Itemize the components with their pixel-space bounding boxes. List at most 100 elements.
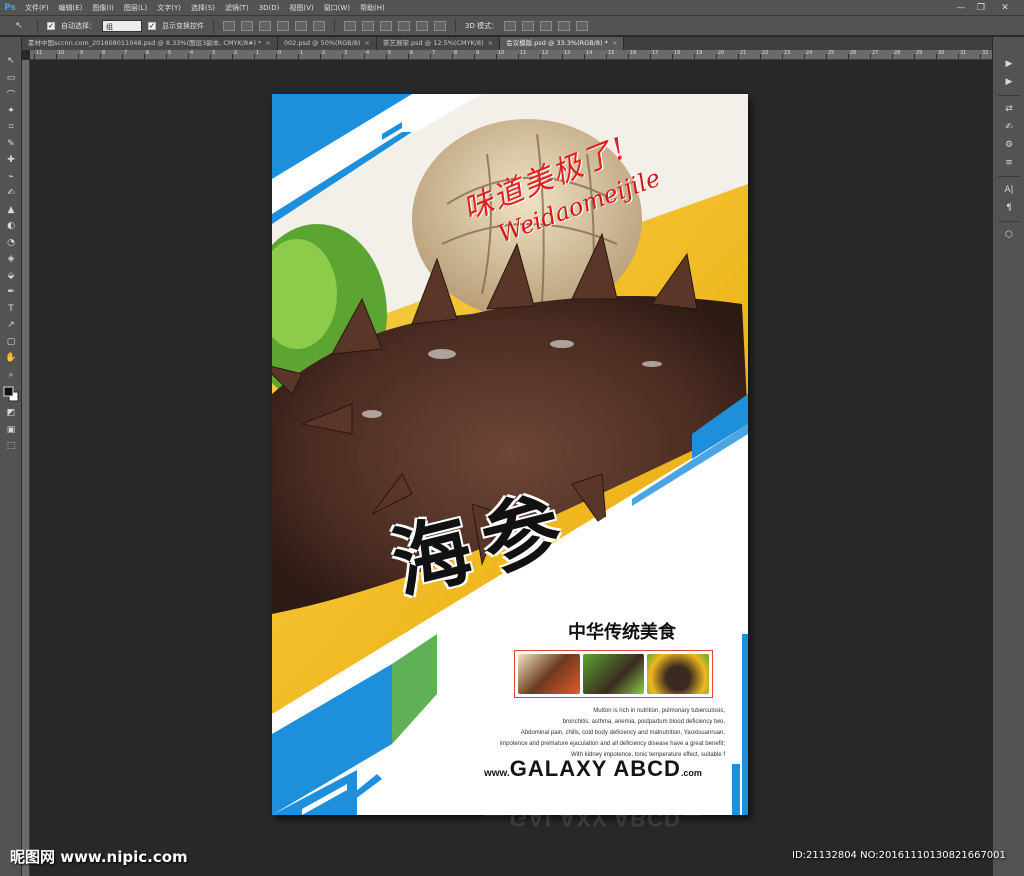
menu-view[interactable]: 视图(V): [284, 3, 318, 13]
clone-stamp-tool-icon[interactable]: ✍: [0, 185, 22, 202]
zoom-tool-icon[interactable]: ⌕: [0, 367, 22, 384]
tab-close-icon[interactable]: ×: [488, 37, 493, 50]
menu-file[interactable]: 文件(F): [20, 3, 54, 13]
ruler-tick: [848, 54, 849, 59]
ruler-tick: [958, 54, 959, 59]
close-button[interactable]: ✕: [996, 0, 1014, 16]
ruler-tick: [122, 54, 123, 59]
brush-panel-icon[interactable]: ✍: [993, 118, 1024, 136]
hand-tool-icon[interactable]: ✋: [0, 350, 22, 367]
artboard-icon[interactable]: ⬚: [0, 438, 22, 455]
vertical-ruler[interactable]: [22, 60, 30, 876]
play-icon[interactable]: ▶: [993, 73, 1024, 91]
blur-tool-icon[interactable]: ◈: [0, 251, 22, 268]
shape-tool-icon[interactable]: ▢: [0, 334, 22, 351]
align-left-icon[interactable]: [277, 20, 289, 31]
align-right-icon[interactable]: [313, 20, 325, 31]
tab-document-4[interactable]: 会议模版.psd @ 33.3%(RGB/8) * ×: [500, 37, 625, 50]
marquee-tool-icon[interactable]: ▭: [0, 70, 22, 87]
ruler-label: 2: [322, 50, 326, 56]
distribute-bottom-icon[interactable]: [380, 20, 392, 31]
play-icon[interactable]: ▶: [993, 55, 1024, 73]
align-top-icon[interactable]: [223, 20, 235, 31]
quick-select-tool-icon[interactable]: ✦: [0, 103, 22, 120]
dish-thumb-1: [518, 654, 580, 694]
adjustments-panel-icon[interactable]: ≡: [993, 154, 1024, 172]
crop-tool-icon[interactable]: ⌗: [0, 119, 22, 136]
align-vcenter-icon[interactable]: [241, 20, 253, 31]
description-line: bronchitis, asthma, anemia, postpartum b…: [562, 719, 725, 725]
separator: [334, 18, 335, 33]
type-tool-icon[interactable]: T: [0, 301, 22, 318]
align-hcenter-icon[interactable]: [295, 20, 307, 31]
pen-tool-icon[interactable]: ✒: [0, 284, 22, 301]
distribute-left-icon[interactable]: [398, 20, 410, 31]
ruler-tick: [980, 54, 981, 59]
menu-select[interactable]: 选择(S): [186, 3, 220, 13]
ruler-tick: [232, 54, 233, 59]
ruler-label: 23: [784, 50, 791, 56]
history-brush-tool-icon[interactable]: ▲: [0, 202, 22, 219]
ruler-tick: [188, 54, 189, 59]
horizontal-ruler[interactable]: 11 10 9 8 7 6 5 4 3 2 1 0 1 2 3 4 5 6 7 8 9 10 11 12 13 14 15 16 17 1…: [30, 50, 992, 60]
tab-close-icon[interactable]: ×: [612, 37, 617, 50]
menu-image[interactable]: 图像(I): [87, 3, 119, 13]
lasso-tool-icon[interactable]: ⌒: [0, 86, 22, 103]
separator: [997, 221, 1020, 222]
poster-artboard[interactable]: 味道美极了! Weidaomeijile 海参 中华传统美食 Mutton is…: [272, 94, 748, 815]
auto-select-dropdown[interactable]: 组: [102, 19, 142, 32]
ruler-tick: [650, 54, 651, 59]
3d-slide-icon[interactable]: [558, 20, 571, 31]
color-swatches-icon[interactable]: [0, 383, 22, 405]
menu-edit[interactable]: 编辑(E): [54, 3, 88, 13]
healing-brush-tool-icon[interactable]: ✚: [0, 152, 22, 169]
canvas-area[interactable]: 味道美极了! Weidaomeijile 海参 中华传统美食 Mutton is…: [31, 61, 992, 876]
tab-document-2[interactable]: 002.psd @ 50%(RGB/8) ×: [277, 37, 377, 50]
move-tool-preset-icon[interactable]: ↖: [10, 19, 28, 33]
3d-roll-icon[interactable]: [522, 20, 535, 31]
tab-label: 002.psd @ 50%(RGB/8): [283, 39, 361, 47]
brush-tool-icon[interactable]: ⌁: [0, 169, 22, 186]
align-bottom-icon[interactable]: [259, 20, 271, 31]
paragraph-panel-icon[interactable]: ¶: [993, 199, 1024, 217]
path-select-tool-icon[interactable]: ↗: [0, 317, 22, 334]
menu-layer[interactable]: 图层(L): [119, 3, 152, 13]
screen-mode-icon[interactable]: ▣: [0, 422, 22, 439]
history-panel-icon[interactable]: ⇄: [993, 100, 1024, 118]
eraser-tool-icon[interactable]: ◐: [0, 218, 22, 235]
distribute-hcenter-icon[interactable]: [416, 20, 428, 31]
tab-document-1[interactable]: 素材中国sccnn.com_201608011048.psd @ 8.33%(图…: [22, 37, 278, 50]
show-transform-checkbox[interactable]: ✓: [148, 21, 156, 30]
menu-help[interactable]: 帮助(H): [355, 3, 390, 13]
gradient-tool-icon[interactable]: ◔: [0, 235, 22, 252]
menu-type[interactable]: 文字(Y): [152, 3, 186, 13]
character-panel-icon[interactable]: A|: [993, 181, 1024, 199]
ruler-tick: [496, 54, 497, 59]
watermark-site: 昵图网 www.nipic.com: [10, 848, 188, 866]
ruler-tick: [298, 54, 299, 59]
distribute-top-icon[interactable]: [344, 20, 356, 31]
tab-document-3[interactable]: 茶艺展架.psd @ 12.5%(CMYK/8) ×: [376, 37, 501, 50]
ruler-label: 16: [630, 50, 637, 56]
ruler-tick: [738, 54, 739, 59]
quick-mask-icon[interactable]: ◩: [0, 405, 22, 422]
distribute-right-icon[interactable]: [434, 20, 446, 31]
minimize-button[interactable]: —: [952, 0, 970, 16]
eyedropper-tool-icon[interactable]: ✎: [0, 136, 22, 153]
tab-close-icon[interactable]: ×: [265, 37, 270, 50]
menu-3d[interactable]: 3D(D): [254, 4, 285, 12]
3d-scale-icon[interactable]: [576, 20, 589, 31]
3d-panel-icon[interactable]: ⬡: [993, 226, 1024, 244]
move-tool-icon[interactable]: ↖: [0, 53, 22, 70]
dodge-tool-icon[interactable]: ⬙: [0, 268, 22, 285]
restore-button[interactable]: ❐: [972, 0, 990, 16]
3d-pan-icon[interactable]: [540, 20, 553, 31]
properties-panel-icon[interactable]: ⚙: [993, 136, 1024, 154]
menu-window[interactable]: 窗口(W): [319, 3, 355, 13]
tab-close-icon[interactable]: ×: [364, 37, 369, 50]
3d-rotate-icon[interactable]: [504, 20, 517, 31]
menu-filter[interactable]: 滤镜(T): [220, 3, 254, 13]
description-text: Mutton is rich in nutrition, pulmonary t…: [432, 706, 725, 761]
distribute-vcenter-icon[interactable]: [362, 20, 374, 31]
auto-select-checkbox[interactable]: ✓: [47, 21, 55, 30]
